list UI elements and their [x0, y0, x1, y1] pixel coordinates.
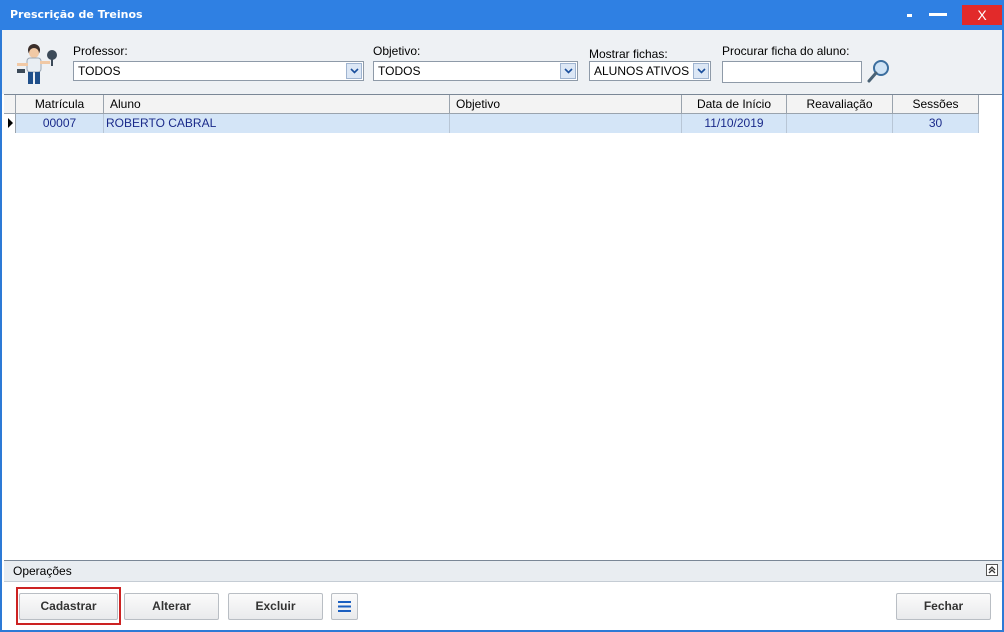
row-pointer-icon	[8, 118, 13, 128]
cell-aluno: ROBERTO CABRAL	[104, 114, 450, 133]
objetivo-value: TODOS	[378, 64, 421, 78]
app-window: Prescrição de Treinos X Professor: TODOS…	[0, 0, 1004, 632]
column-matricula[interactable]: Matrícula	[16, 95, 104, 113]
cell-matricula: 00007	[16, 114, 104, 133]
search-icon[interactable]	[866, 58, 892, 84]
operations-label: Operações	[13, 564, 72, 578]
mostrar-fichas-value: ALUNOS ATIVOS	[594, 64, 690, 78]
column-sessoes[interactable]: Sessões	[893, 95, 979, 113]
restore-button[interactable]	[900, 5, 918, 25]
row-indicator	[4, 114, 16, 133]
close-button[interactable]: X	[962, 5, 1002, 25]
minimize-button[interactable]	[926, 5, 950, 25]
trainer-avatar-icon	[17, 44, 57, 84]
procurar-label: Procurar ficha do aluno:	[722, 44, 850, 58]
column-aluno[interactable]: Aluno	[104, 95, 450, 113]
filter-panel: Professor: TODOS Objetivo: TODOS Mostrar…	[2, 30, 1002, 94]
cadastrar-button[interactable]: Cadastrar	[19, 593, 118, 620]
column-reavaliacao[interactable]: Reavaliação	[787, 95, 893, 113]
search-input[interactable]	[722, 61, 862, 83]
fichas-table[interactable]: Matrícula Aluno Objetivo Data de Início …	[4, 94, 1002, 560]
cell-sessoes: 30	[893, 114, 979, 133]
minimize-icon	[929, 13, 947, 16]
professor-select[interactable]: TODOS	[73, 61, 364, 81]
professor-value: TODOS	[78, 64, 121, 78]
title-bar: Prescrição de Treinos X	[0, 0, 1004, 30]
fechar-button[interactable]: Fechar	[896, 593, 991, 620]
menu-icon	[338, 601, 351, 612]
column-objetivo[interactable]: Objetivo	[450, 95, 682, 113]
table-header: Matrícula Aluno Objetivo Data de Início …	[4, 95, 979, 114]
mostrar-fichas-select[interactable]: ALUNOS ATIVOS	[589, 61, 711, 81]
objetivo-select[interactable]: TODOS	[373, 61, 578, 81]
window-title: Prescrição de Treinos	[10, 8, 143, 21]
professor-label: Professor:	[73, 44, 128, 58]
chevron-down-icon[interactable]	[560, 63, 576, 79]
operations-footer: Cadastrar Alterar Excluir Fechar	[4, 582, 1002, 630]
cell-reavaliacao	[787, 114, 893, 133]
cell-objetivo	[450, 114, 682, 133]
operations-header: Operações	[4, 560, 1002, 582]
excluir-button[interactable]: Excluir	[228, 593, 323, 620]
menu-button[interactable]	[331, 593, 358, 620]
table-row[interactable]: 00007 ROBERTO CABRAL 11/10/2019 30	[4, 114, 979, 133]
restore-icon	[907, 14, 912, 17]
mostrar-fichas-label: Mostrar fichas:	[589, 47, 668, 61]
chevron-down-icon[interactable]	[693, 63, 709, 79]
alterar-button[interactable]: Alterar	[124, 593, 219, 620]
collapse-button[interactable]	[986, 564, 998, 576]
column-data-inicio[interactable]: Data de Início	[682, 95, 787, 113]
chevron-down-icon[interactable]	[346, 63, 362, 79]
objetivo-label: Objetivo:	[373, 44, 421, 58]
double-chevron-up-icon	[988, 566, 996, 574]
header-indicator	[4, 95, 16, 113]
cell-data-inicio: 11/10/2019	[682, 114, 787, 133]
